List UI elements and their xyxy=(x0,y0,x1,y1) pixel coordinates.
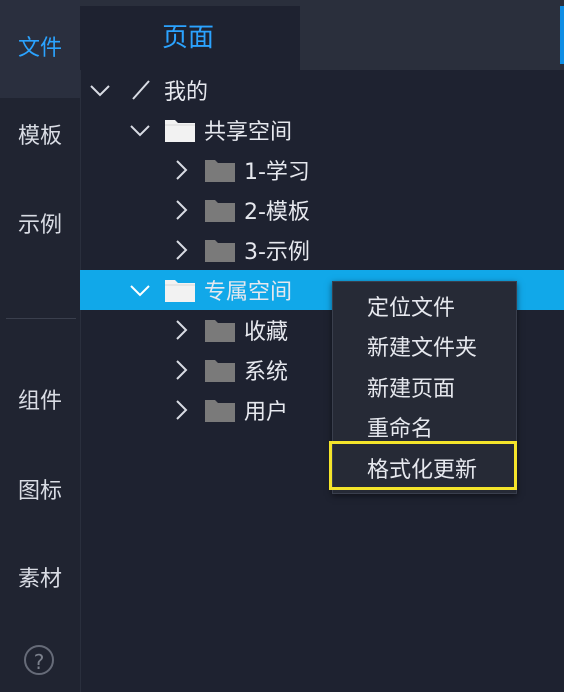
rail-item-components[interactable]: 组件 xyxy=(0,380,80,424)
left-rail: 文件 模板 示例 组件 图标 素材 ? xyxy=(0,0,81,692)
tree-row-root[interactable]: 我的 xyxy=(80,70,564,110)
tree-label: 2-模板 xyxy=(244,200,310,225)
tree-label: 1-学习 xyxy=(244,160,310,185)
tree-row-shared[interactable]: 共享空间 xyxy=(80,110,564,150)
chevron-right-icon[interactable] xyxy=(170,399,192,421)
menu-item-new-folder[interactable]: 新建文件夹 xyxy=(367,330,477,362)
tree-row-shared-1[interactable]: 1-学习 xyxy=(80,150,564,190)
menu-item-locate-file[interactable]: 定位文件 xyxy=(367,290,455,322)
chevron-down-icon[interactable] xyxy=(129,279,151,301)
folder-open-icon xyxy=(164,277,196,303)
chevron-right-icon[interactable] xyxy=(170,239,192,261)
chevron-right-icon[interactable] xyxy=(170,359,192,381)
rail-item-assets[interactable]: 素材 xyxy=(0,558,80,602)
tree-label: 3-示例 xyxy=(244,240,310,265)
accent-bar xyxy=(560,6,564,64)
chevron-right-icon[interactable] xyxy=(170,159,192,181)
help-icon[interactable]: ? xyxy=(24,645,54,675)
tree-label: 收藏 xyxy=(244,320,289,345)
folder-icon xyxy=(204,397,236,423)
rail-item-icons[interactable]: 图标 xyxy=(0,470,80,514)
chevron-down-icon[interactable] xyxy=(89,79,111,101)
rail-divider xyxy=(6,318,76,319)
rail-item-examples[interactable]: 示例 xyxy=(0,204,80,248)
rail-item-templates[interactable]: 模板 xyxy=(0,115,80,159)
chevron-right-icon[interactable] xyxy=(170,319,192,341)
menu-item-format-update[interactable]: 格式化更新 xyxy=(367,452,477,484)
tab-pages[interactable]: 页面 xyxy=(80,6,300,70)
folder-icon xyxy=(204,157,236,183)
folder-icon xyxy=(204,197,236,223)
tree-row-shared-2[interactable]: 2-模板 xyxy=(80,190,564,230)
menu-item-rename[interactable]: 重命名 xyxy=(367,411,433,443)
folder-open-icon xyxy=(164,117,196,143)
tab-bar: 页面 xyxy=(80,0,564,70)
chevron-right-icon[interactable] xyxy=(170,199,192,221)
tree-label-root: 我的 xyxy=(164,80,209,105)
folder-icon xyxy=(204,317,236,343)
rail-item-files[interactable]: 文件 xyxy=(0,0,80,98)
tree-label: 系统 xyxy=(244,360,289,385)
tree-label-shared: 共享空间 xyxy=(204,120,293,145)
tree-label: 用户 xyxy=(244,400,289,425)
folder-icon xyxy=(204,357,236,383)
slash-icon xyxy=(130,79,152,101)
chevron-down-icon[interactable] xyxy=(129,119,151,141)
context-menu: 定位文件 新建文件夹 新建页面 重命名 格式化更新 xyxy=(332,281,517,494)
tree-label-private: 专属空间 xyxy=(204,280,293,305)
tree-row-shared-3[interactable]: 3-示例 xyxy=(80,230,564,270)
menu-item-new-page[interactable]: 新建页面 xyxy=(367,371,455,403)
folder-icon xyxy=(204,237,236,263)
